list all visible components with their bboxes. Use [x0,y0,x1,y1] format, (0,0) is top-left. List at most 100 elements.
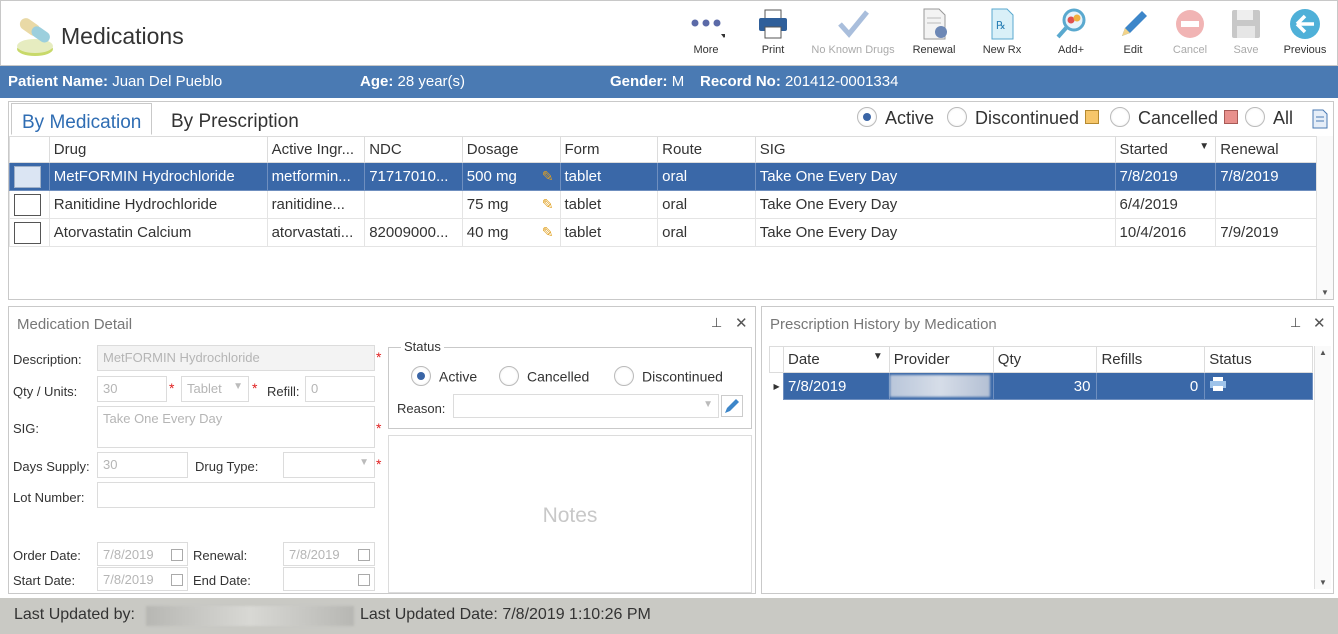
edit-reason-pencil-icon[interactable] [721,395,743,417]
pencil-icon[interactable]: ✎ [542,196,554,213]
pencil-icon[interactable]: ✎ [542,168,554,185]
last-updated-by-label: Last Updated by: [14,606,135,623]
order-date-label: Order Date: [13,548,81,563]
table-row[interactable]: Atorvastatin Calcium atorvastati... 8200… [9,218,1317,247]
filter-active[interactable]: Active [857,107,934,129]
more-button[interactable]: More [671,7,741,63]
cell-sig: Take One Every Day [754,218,1116,247]
filter-all[interactable]: All [1245,107,1293,129]
cancel-label: Cancel [1172,44,1208,56]
qty-field[interactable]: 30 [97,376,167,402]
column-header-provider[interactable]: Provider [888,346,994,373]
cell-route: oral [657,190,756,219]
renewal-button[interactable]: Renewal [899,7,969,63]
filter-cancelled[interactable]: Cancelled [1110,107,1239,129]
export-document-icon[interactable] [1311,109,1329,129]
cell-sig: Take One Every Day [754,162,1116,191]
print-button[interactable]: Print [738,7,808,63]
sort-descending-icon: ▼ [872,351,883,362]
scroll-up-icon[interactable]: ▲ [1319,348,1327,357]
print-label: Print [761,44,785,56]
column-header-form[interactable]: Form [559,136,659,163]
renewal-label: Renewal [912,44,956,56]
table-row[interactable]: Ranitidine Hydrochloride ranitidine... 7… [9,190,1317,219]
radio-icon [499,366,519,386]
previous-button[interactable]: Previous [1270,7,1338,63]
table-row[interactable]: MetFORMIN Hydrochloride metformin... 717… [9,162,1317,191]
column-header-sig[interactable]: SIG [754,136,1116,163]
printer-icon [754,7,792,41]
days-supply-field[interactable]: 30 [97,452,188,478]
column-header-dosage[interactable]: Dosage [461,136,561,163]
table-row[interactable]: ▶ 7/8/2019 30 0 [769,372,1313,400]
column-header-renewal[interactable]: Renewal [1215,136,1317,163]
row-checkbox[interactable] [9,218,50,247]
pill-bottle-icon [17,18,53,56]
cell-started: 6/4/2019 [1114,190,1217,219]
pin-icon[interactable]: ⊥ [1290,315,1301,331]
medication-detail-panel: Medication Detail ⊥ ✕ Description: MetFO… [8,306,756,594]
start-date-field[interactable]: 7/8/2019 [97,567,188,591]
new-rx-button[interactable]: ℞ New Rx [967,7,1037,63]
column-header-ingredient[interactable]: Active Ingr... [266,136,366,163]
status-active-radio[interactable]: Active [411,366,477,388]
order-date-field[interactable]: 7/8/2019 [97,542,188,566]
column-header-ndc[interactable]: NDC [364,136,463,163]
column-header-select [9,136,50,163]
radio-icon [1245,107,1265,128]
close-icon[interactable]: ✕ [1313,314,1326,332]
calendar-icon[interactable] [358,574,370,586]
column-header-qty[interactable]: Qty [992,346,1098,373]
description-field[interactable]: MetFORMIN Hydrochloride [97,345,375,371]
no-known-drugs-button[interactable]: No Known Drugs [805,7,901,63]
cell-status [1204,372,1313,400]
scroll-down-icon[interactable]: ▼ [1321,288,1329,297]
save-label: Save [1233,44,1259,56]
redacted-user [146,606,354,626]
radio-selected-icon [411,366,431,386]
refill-field[interactable]: 0 [305,376,375,402]
refill-label: Refill: [267,384,300,399]
column-header-drug[interactable]: Drug [48,136,268,163]
sig-field[interactable]: Take One Every Day [97,406,375,448]
calendar-icon[interactable] [171,549,183,561]
edit-label: Edit [1123,44,1143,56]
drug-type-select[interactable]: ▼ [283,452,375,478]
column-header-started[interactable]: Started ▼ [1114,136,1217,163]
end-date-field[interactable] [283,567,375,591]
column-header-refills[interactable]: Refills [1096,346,1206,373]
column-header-indicator [769,346,784,373]
column-header-route[interactable]: Route [657,136,756,163]
cell-ingredient: metformin... [266,162,366,191]
close-icon[interactable]: ✕ [735,314,748,332]
status-cancelled-radio[interactable]: Cancelled [499,366,589,388]
column-header-date[interactable]: Date ▼ [782,346,890,373]
status-discontinued-radio[interactable]: Discontinued [614,366,723,388]
notes-area[interactable]: Notes [388,435,752,593]
calendar-icon[interactable] [358,549,370,561]
calendar-icon[interactable] [171,574,183,586]
required-marker: * [376,420,382,436]
filter-discontinued[interactable]: Discontinued [947,107,1100,129]
lot-number-field[interactable] [97,482,375,508]
column-header-status[interactable]: Status [1204,346,1313,373]
sig-label: SIG: [13,421,40,436]
tab-by-medication[interactable]: By Medication [11,103,153,135]
printer-icon [1210,377,1227,391]
pin-icon[interactable]: ⊥ [711,315,722,331]
row-checkbox[interactable] [9,162,50,191]
units-select[interactable]: Tablet ▼ [181,376,249,402]
more-dots-icon [687,7,725,41]
pencil-icon[interactable]: ✎ [542,224,554,241]
cell-started: 7/8/2019 [1114,162,1217,191]
grid-scrollbar[interactable]: ▼ [1316,136,1333,299]
cancelled-color-swatch [1224,110,1239,125]
scroll-down-icon[interactable]: ▼ [1319,578,1327,587]
row-checkbox[interactable] [9,190,50,219]
tab-by-prescription[interactable]: By Prescription [161,103,309,135]
reason-select[interactable]: ▼ [453,394,719,418]
history-scrollbar[interactable]: ▲ ▼ [1314,346,1331,589]
patient-info-bar: Patient Name: Juan Del Pueblo Age: 28 ye… [0,66,1338,98]
renewal-date-field[interactable]: 7/8/2019 [283,542,375,566]
add-plus-button[interactable]: Add+ [1036,7,1106,63]
